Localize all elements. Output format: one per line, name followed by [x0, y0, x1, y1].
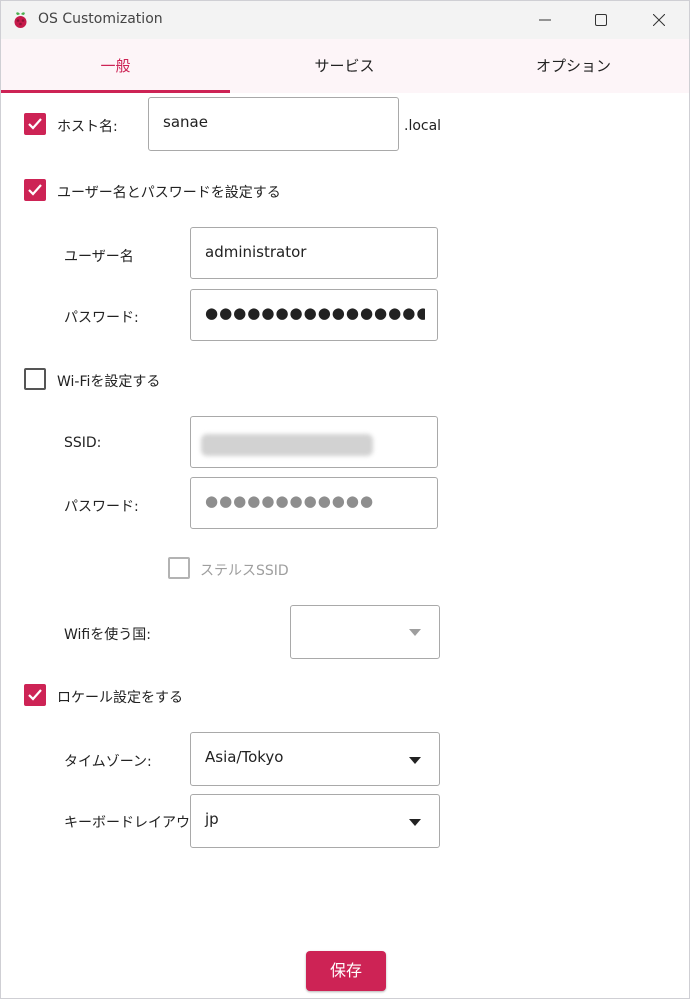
wifi-password-mask: ●●●●●●●●●●●●: [205, 492, 375, 510]
locale-label: ロケール設定をする: [57, 690, 183, 706]
keyboard-label: キーボードレイアウト:: [64, 815, 209, 831]
close-icon: [653, 14, 665, 26]
wifi-label: Wi-Fiを設定する: [57, 374, 161, 390]
maximize-icon: [595, 14, 607, 26]
ssid-input[interactable]: [190, 416, 438, 468]
active-tab-indicator: [1, 90, 230, 93]
hostname-checkbox[interactable]: [24, 113, 46, 135]
user-password-label: パスワード:: [64, 310, 139, 326]
timezone-label: タイムゾーン:: [64, 754, 152, 770]
hostname-input[interactable]: sanae: [148, 97, 399, 151]
check-icon: [28, 118, 42, 130]
hostname-suffix: .local: [404, 118, 442, 134]
wifi-password-label: パスワード:: [64, 499, 139, 515]
hidden-ssid-label: ステルスSSID: [200, 563, 289, 579]
timezone-select[interactable]: Asia/Tokyo: [190, 732, 440, 786]
tab-bar: 一般 サービス オプション: [1, 39, 689, 93]
set-user-label: ユーザー名とパスワードを設定する: [57, 185, 281, 201]
hostname-label: ホスト名:: [57, 119, 118, 135]
username-value: administrator: [205, 243, 307, 261]
tab-options[interactable]: オプション: [459, 39, 688, 93]
keyboard-select[interactable]: jp: [190, 794, 440, 848]
locale-checkbox[interactable]: [24, 684, 46, 706]
minimize-button[interactable]: [517, 1, 573, 39]
set-user-checkbox[interactable]: [24, 179, 46, 201]
wifi-country-label: Wifiを使う国:: [64, 627, 151, 643]
ssid-label: SSID:: [64, 435, 102, 451]
user-password-input[interactable]: ●●●●●●●●●●●●●●●●●●●●●●: [190, 289, 438, 341]
keyboard-value: jp: [205, 810, 219, 828]
wifi-password-input[interactable]: ●●●●●●●●●●●●: [190, 477, 438, 529]
username-input[interactable]: administrator: [190, 227, 438, 279]
minimize-icon: [539, 19, 551, 21]
title-bar: OS Customization: [1, 1, 689, 39]
wifi-country-select[interactable]: [290, 605, 440, 659]
tab-services[interactable]: サービス: [230, 39, 459, 93]
hostname-value: sanae: [163, 113, 208, 131]
maximize-button[interactable]: [573, 1, 629, 39]
raspberry-pi-icon: [14, 12, 27, 28]
close-button[interactable]: [631, 1, 687, 39]
ssid-redacted: [201, 434, 373, 456]
hidden-ssid-checkbox[interactable]: [168, 557, 190, 579]
wifi-checkbox[interactable]: [24, 368, 46, 390]
user-password-mask: ●●●●●●●●●●●●●●●●●●●●●●: [205, 304, 425, 322]
check-icon: [28, 689, 42, 701]
timezone-value: Asia/Tokyo: [205, 748, 284, 766]
chevron-down-icon: [409, 757, 421, 764]
os-customization-window: OS Customization 一般 サービス オプション ホスト名: san…: [0, 0, 690, 999]
chevron-down-icon: [409, 819, 421, 826]
save-button[interactable]: 保存: [306, 951, 386, 991]
window-title: OS Customization: [38, 11, 163, 27]
chevron-down-icon: [409, 629, 421, 636]
tab-general[interactable]: 一般: [1, 39, 230, 93]
username-label: ユーザー名: [64, 249, 134, 265]
check-icon: [28, 184, 42, 196]
